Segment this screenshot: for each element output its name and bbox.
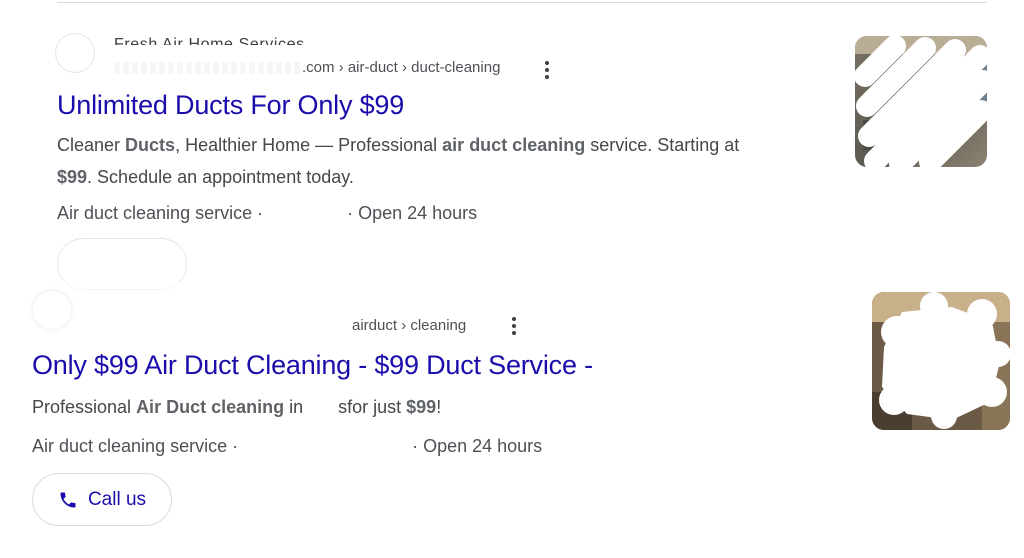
result-meta: Air duct cleaning service · · Open 24 ho… [57,203,478,223]
result-thumbnail[interactable] [872,292,1010,430]
site-url[interactable]: .com › air-duct › duct-cleaning [114,59,500,76]
result-title-link[interactable]: Only $99 Air Duct Cleaning - $99 Duct Se… [32,350,593,381]
site-url[interactable]: airduct › cleaning [352,317,466,334]
call-us-button[interactable]: Call us [32,473,172,526]
more-options-icon[interactable] [512,317,516,335]
redacted-url [114,62,302,75]
site-favicon[interactable] [32,290,72,330]
result-thumbnail[interactable] [855,36,987,167]
result-title-link[interactable]: Unlimited Ducts For Only $99 [57,90,404,121]
more-options-icon[interactable] [545,61,549,79]
call-us-label: Call us [87,488,147,510]
result-snippet: Professional Air Duct cleaning in sfor j… [32,397,442,417]
phone-icon [60,492,76,507]
result-meta: Air duct cleaning service · · Open 24 ho… [32,436,543,456]
top-divider [57,2,987,3]
url-path: .com › air-duct › duct-cleaning [302,59,501,76]
site-favicon[interactable] [55,33,95,73]
result-snippet: Cleaner Ducts, Healthier Home — Professi… [57,135,740,187]
erased-action-button[interactable] [57,238,187,290]
site-name[interactable]: Fresh Air Home Services [114,34,305,45]
